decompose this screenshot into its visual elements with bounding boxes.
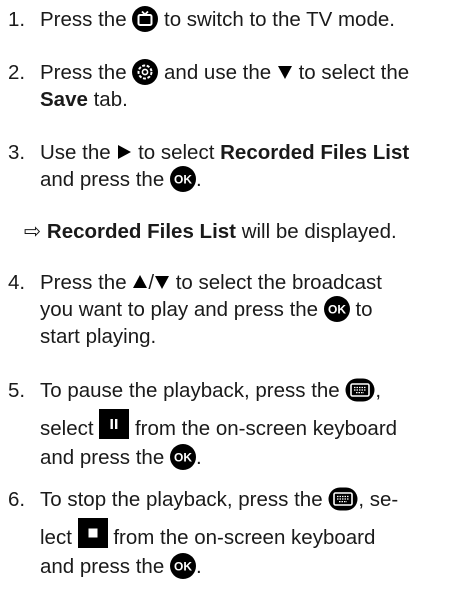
ok-button-icon: OK <box>323 295 350 322</box>
step-text: , <box>375 379 382 402</box>
step-number: 1. <box>8 8 26 31</box>
step-text: . <box>195 555 202 578</box>
step-text: you want to play and press the <box>40 298 319 321</box>
step-text: Press the <box>40 271 127 294</box>
result-text: will be displayed. <box>241 220 397 243</box>
step-text: . <box>195 168 202 191</box>
svg-text:OK: OK <box>174 450 192 464</box>
step-number: 2. <box>8 61 26 84</box>
step-text: to <box>355 298 373 321</box>
step-text: and press the <box>40 446 165 469</box>
step-text: . <box>195 446 202 469</box>
menu-item-name: Recorded Files List <box>220 141 410 164</box>
tab-name: Save <box>40 88 88 111</box>
step-text: Use the <box>40 141 111 164</box>
result-arrow-icon: ⇨ <box>24 220 42 243</box>
step-text: to select the broadcast <box>175 271 382 294</box>
step-text: from the on-screen keyboard <box>134 416 398 440</box>
step-text: start playing. <box>40 325 157 348</box>
keyboard-button-icon <box>328 487 358 511</box>
step-text: , se- <box>358 488 399 511</box>
down-arrow-icon <box>154 274 170 290</box>
instruction-document: 1. Press the to switch to the TV mode. 2… <box>0 0 472 589</box>
step-text: To pause the playback, press the <box>40 379 340 402</box>
ok-button-icon: OK <box>169 165 196 192</box>
step-number: 5. <box>8 379 26 402</box>
keyboard-button-icon <box>345 378 375 402</box>
step-text: and press the <box>40 555 165 578</box>
svg-text:OK: OK <box>174 559 192 573</box>
step-text: to switch to the TV mode. <box>164 8 395 31</box>
settings-button-icon <box>132 58 159 85</box>
step-number: 6. <box>8 488 26 511</box>
step-text: To stop the playback, press the <box>40 488 323 511</box>
step-text: and press the <box>40 168 165 191</box>
pause-key-icon <box>99 409 130 446</box>
step-text: to select the <box>298 61 410 84</box>
ok-button-icon: OK <box>169 443 196 470</box>
step-text: lect <box>40 525 72 549</box>
right-arrow-icon <box>116 144 132 160</box>
step-text: select <box>40 416 94 440</box>
svg-text:OK: OK <box>328 302 346 316</box>
svg-text:OK: OK <box>174 172 192 186</box>
step-text: to select <box>138 141 215 164</box>
step-number: 4. <box>8 271 26 294</box>
ok-button-icon: OK <box>169 552 196 579</box>
tv-button-icon <box>132 5 159 32</box>
step-text: tab. <box>93 88 128 111</box>
step-number: 3. <box>8 141 26 164</box>
up-arrow-icon <box>132 274 148 290</box>
step-text: and use the <box>164 61 272 84</box>
step-text: Press the <box>40 61 127 84</box>
step-text: Press the <box>40 8 127 31</box>
stop-key-icon <box>77 518 108 555</box>
result-item-name: Recorded Files List <box>46 220 236 243</box>
step-text: from the on-screen keyboard <box>113 525 376 549</box>
down-arrow-icon <box>277 64 293 80</box>
